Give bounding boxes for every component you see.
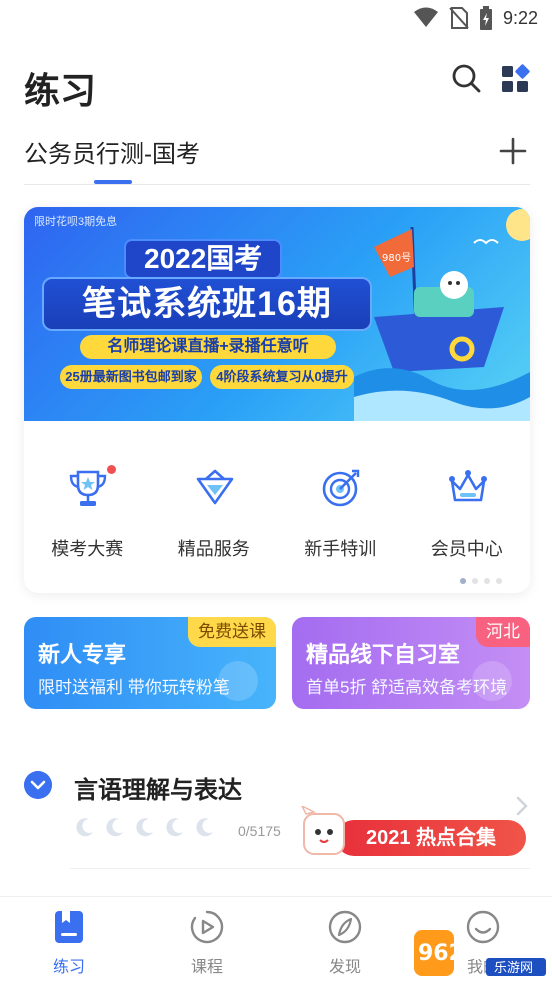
notification-dot: [107, 465, 116, 474]
promo-card-study-room[interactable]: 精品线下自习室 首单5折 舒适高效备考环境 河北: [292, 617, 530, 709]
moon-icon: [76, 818, 93, 837]
service-premium[interactable]: 精品服务: [151, 447, 278, 559]
wifi-icon: [413, 7, 438, 27]
service-label: 模考大赛: [51, 539, 124, 559]
nav-tab-course[interactable]: 课程: [138, 897, 276, 981]
moon-icon: [136, 818, 153, 837]
apps-grid-icon[interactable]: [500, 64, 530, 94]
desk-lamp-icon: [472, 661, 512, 701]
crown-icon: [448, 470, 487, 502]
promo-badge: 免费送课: [188, 617, 276, 647]
promo-badge-region: 河北: [476, 617, 530, 647]
hot-topics-banner[interactable]: 2021 热点合集: [298, 806, 530, 862]
pager-dot: [484, 578, 490, 584]
banner-pill-review: 4阶段系统复习从0提升: [210, 365, 354, 389]
banner-year-title: 2022国考: [124, 239, 283, 279]
practice-progress: 0/5175: [238, 823, 281, 839]
watermark-logo: 962.NET 乐游网: [414, 930, 546, 976]
pager-dots: [460, 578, 502, 584]
promo-title: 新人专享: [38, 642, 127, 667]
course-banner[interactable]: 限时花呗3期免息 2022国考 笔试系统班16期 名师理论课直播+录播任意听 2…: [24, 207, 530, 421]
ship-illustration: 980号: [354, 209, 530, 421]
banner-main-title: 笔试系统班16期: [42, 277, 372, 331]
service-label: 精品服务: [177, 539, 250, 559]
moon-icon: [196, 818, 213, 837]
divider: [24, 184, 530, 185]
status-bar: 9:22: [0, 0, 552, 40]
nav-tab-practice[interactable]: 练习: [0, 897, 138, 981]
collapse-chevron-icon[interactable]: [24, 771, 52, 799]
nav-label: 发现: [328, 959, 361, 976]
moon-icon: [106, 818, 123, 837]
pager-dot-active: [460, 578, 466, 584]
category-selector[interactable]: 公务员行测-国考: [24, 134, 200, 169]
practice-section-title[interactable]: 言语理解与表达: [74, 770, 242, 805]
promo-card-newcomer[interactable]: 新人专享 限时送福利 带你玩转粉笔 免费送课: [24, 617, 276, 709]
practice-icon: [55, 911, 83, 943]
pager-dot: [472, 578, 478, 584]
service-newbie-training[interactable]: 新手特训: [277, 447, 404, 559]
main-card: 限时花呗3期免息 2022国考 笔试系统班16期 名师理论课直播+录播任意听 2…: [24, 207, 530, 593]
banner-pill-books: 25册最新图书包邮到家: [60, 365, 202, 389]
watermark-text-site: 乐游网: [494, 961, 533, 976]
hot-topics-label: 2021 热点合集: [336, 820, 526, 856]
service-grid: 模考大赛 精品服务 新手特训 会员中心: [24, 447, 531, 559]
service-mock-contest[interactable]: 模考大赛: [24, 447, 151, 559]
ship-flag-text: 980号: [382, 252, 411, 264]
divider: [70, 868, 530, 869]
promo-title: 精品线下自习室: [306, 642, 461, 667]
no-sim-icon: [449, 7, 469, 29]
service-label: 会员中心: [430, 539, 503, 559]
banner-note: 限时花呗3期免息: [34, 216, 118, 228]
mascot-icon: [301, 806, 345, 855]
trophy-icon: [69, 470, 107, 506]
moon-icon: [166, 818, 183, 837]
page-title: 练习: [24, 70, 97, 111]
discover-icon: [328, 910, 362, 944]
diamond-icon: [196, 469, 233, 505]
battery-icon: [479, 6, 492, 30]
nav-tab-discover[interactable]: 发现: [276, 897, 414, 981]
service-label: 新手特训: [304, 539, 377, 559]
banner-pill-live: 名师理论课直播+录播任意听: [80, 335, 336, 359]
nav-label: 练习: [52, 959, 85, 976]
target-icon: [322, 469, 360, 507]
piggy-bank-icon: [218, 661, 258, 701]
search-icon[interactable]: [450, 62, 482, 94]
add-icon[interactable]: [499, 137, 527, 165]
promo-subtitle: 限时送福利 带你玩转粉笔: [38, 678, 230, 697]
pager-dot: [496, 578, 502, 584]
service-member-center[interactable]: 会员中心: [404, 447, 531, 559]
status-time: 9:22: [502, 7, 538, 28]
progress-moons: [74, 816, 216, 838]
nav-label: 课程: [190, 959, 223, 976]
course-icon: [190, 910, 224, 944]
